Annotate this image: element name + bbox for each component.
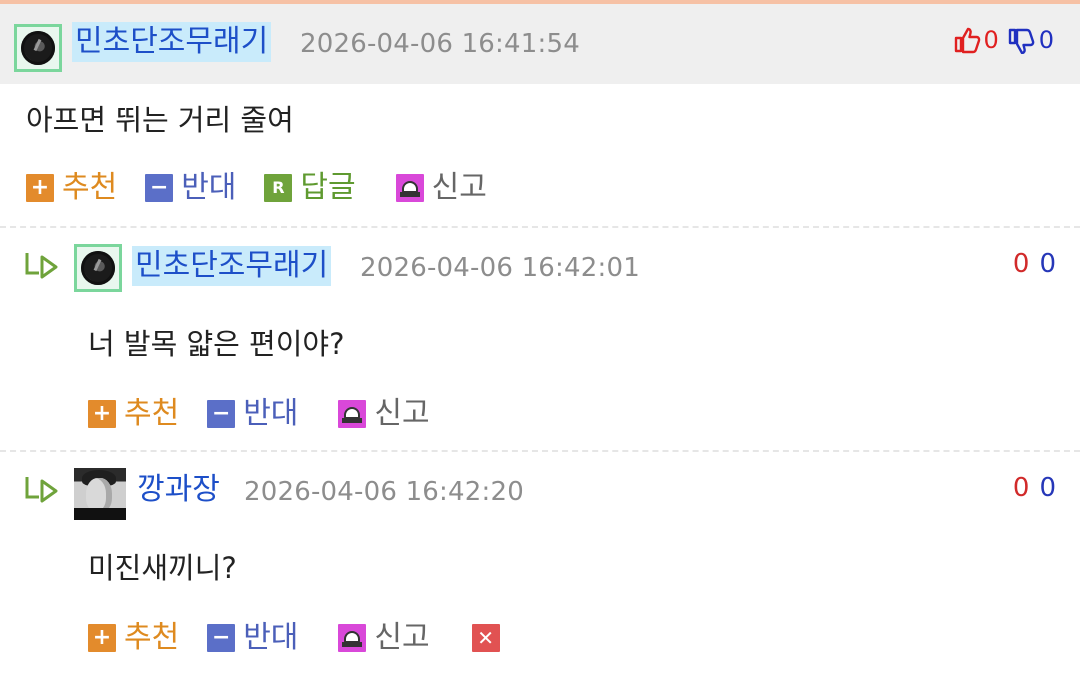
up-count[interactable]: 0: [1013, 249, 1030, 279]
minus-icon: −: [145, 174, 174, 202]
siren-icon: [338, 624, 367, 652]
up-count: 0: [983, 26, 999, 54]
nickname[interactable]: 민초단조무래기: [132, 246, 332, 286]
vote-counts: 00: [1013, 248, 1056, 280]
comment-actions: + 추천 − 반대 R 답글 신고: [26, 166, 515, 210]
minus-icon: −: [207, 400, 236, 428]
plus-icon: +: [88, 624, 116, 652]
plus-icon: +: [26, 174, 54, 202]
delete-button[interactable]: ✕: [471, 624, 508, 652]
comment-actions: + 추천 − 반대 신고: [88, 392, 458, 436]
minus-icon: −: [207, 624, 236, 652]
comment-item: 민초단조무래기 2026-04-06 16:41:54 0 0 아프면 뛰는 거…: [0, 4, 1080, 226]
oppose-label: 반대: [181, 170, 237, 205]
comment-text: 너 발목 얇은 편이야?: [88, 327, 345, 361]
reply-indent-icon: [25, 477, 58, 503]
oppose-button[interactable]: − 반대: [207, 394, 298, 434]
nickname[interactable]: 민초단조무래기: [72, 22, 272, 62]
record-disc-icon: [21, 31, 55, 65]
recommend-label: 추천: [62, 170, 118, 205]
reply-label: 답글: [300, 170, 356, 205]
comment-actions: + 추천 − 반대 신고 ✕: [88, 616, 536, 660]
siren-icon: [338, 400, 367, 428]
recommend-label: 추천: [124, 620, 180, 655]
down-count: 0: [1038, 26, 1054, 54]
report-label: 신고: [431, 170, 487, 205]
vote-counts: 0 0: [953, 24, 1054, 56]
thumbs-down-icon[interactable]: [1007, 26, 1035, 54]
report-button[interactable]: 신고: [338, 618, 430, 658]
report-button[interactable]: 신고: [395, 168, 487, 208]
recommend-label: 추천: [124, 396, 180, 431]
report-label: 신고: [374, 396, 430, 431]
comment-item: 깡과장 2026-04-06 16:42:20 00 미진새끼니? + 추천 −…: [0, 452, 1080, 674]
avatar[interactable]: [74, 468, 126, 520]
up-count[interactable]: 0: [1013, 473, 1030, 503]
recommend-button[interactable]: + 추천: [26, 168, 117, 208]
avatar[interactable]: [14, 24, 62, 72]
comment-item: 민초단조무래기 2026-04-06 16:42:01 00 너 발목 얇은 편…: [0, 228, 1080, 450]
close-icon: ✕: [471, 624, 500, 652]
timestamp: 2026-04-06 16:42:01: [360, 253, 640, 283]
plus-icon: +: [88, 400, 116, 428]
avatar[interactable]: [74, 244, 122, 292]
timestamp: 2026-04-06 16:41:54: [300, 29, 580, 59]
thumbs-up-icon[interactable]: [953, 26, 981, 54]
timestamp: 2026-04-06 16:42:20: [244, 477, 524, 507]
nickname[interactable]: 깡과장: [134, 470, 223, 510]
down-count[interactable]: 0: [1039, 249, 1056, 279]
recommend-button[interactable]: + 추천: [88, 618, 179, 658]
comment-text: 미진새끼니?: [88, 551, 237, 585]
reply-button[interactable]: R 답글: [264, 168, 356, 208]
report-label: 신고: [374, 620, 430, 655]
recommend-button[interactable]: + 추천: [88, 394, 179, 434]
oppose-label: 반대: [243, 620, 299, 655]
oppose-label: 반대: [243, 396, 299, 431]
vote-counts: 00: [1013, 472, 1056, 504]
record-disc-icon: [81, 251, 115, 285]
report-button[interactable]: 신고: [338, 394, 430, 434]
oppose-button[interactable]: − 반대: [145, 168, 236, 208]
down-count[interactable]: 0: [1039, 473, 1056, 503]
reply-indent-icon: [25, 253, 58, 279]
comment-text: 아프면 뛰는 거리 줄여: [26, 103, 294, 137]
oppose-button[interactable]: − 반대: [207, 618, 298, 658]
reply-icon: R: [264, 174, 293, 202]
siren-icon: [395, 174, 424, 202]
